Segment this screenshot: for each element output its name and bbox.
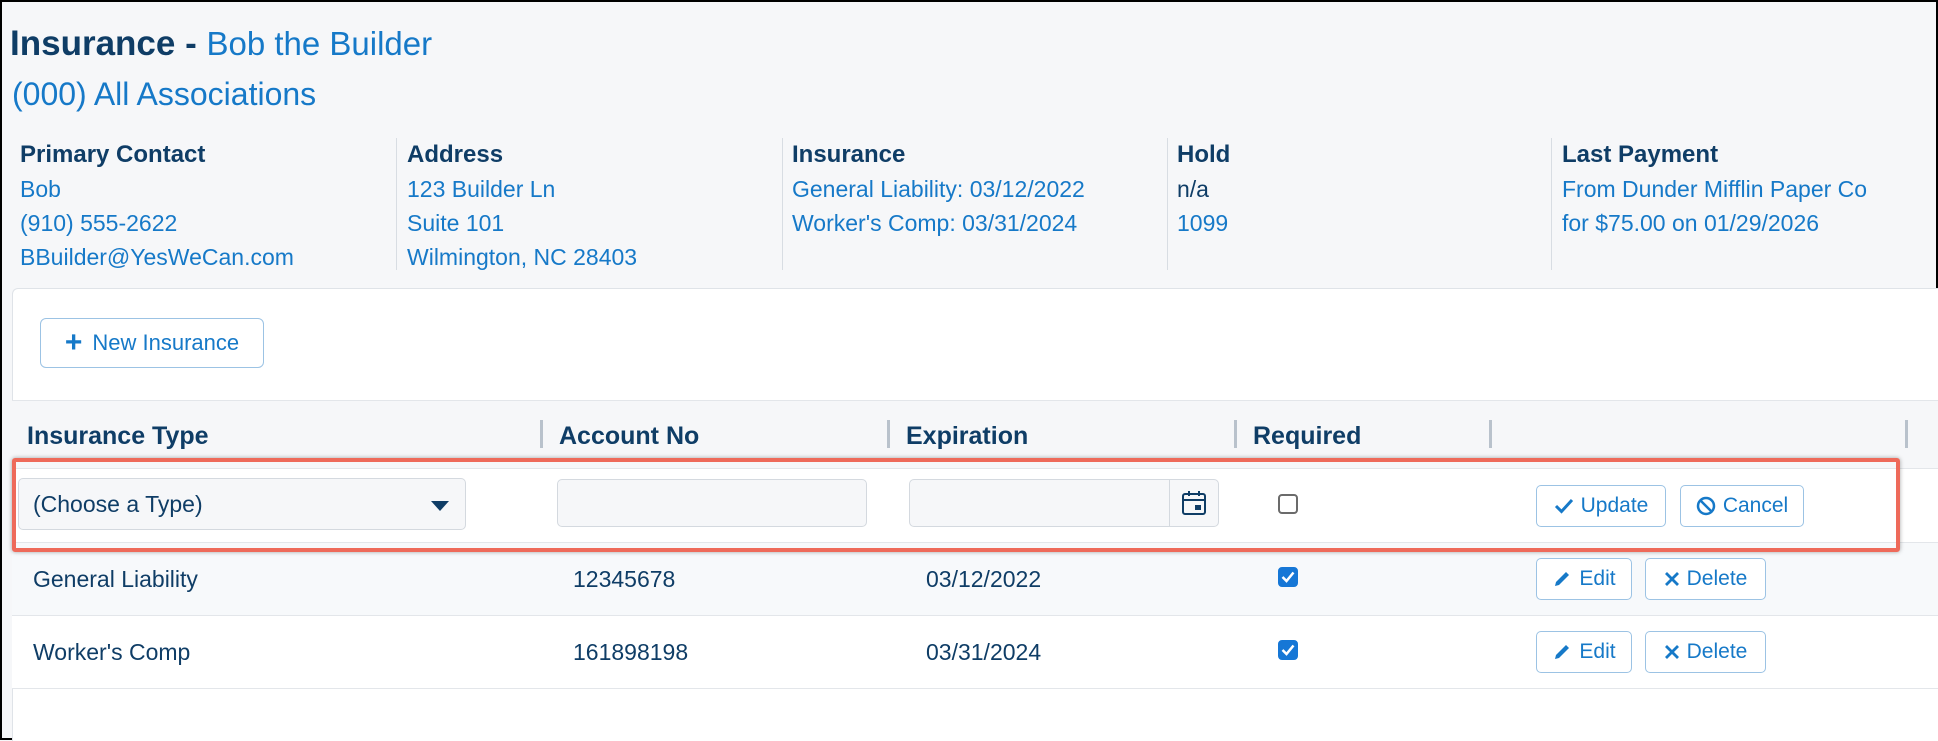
hold-1099-link[interactable]: 1099 [1177, 206, 1230, 240]
delete-button-label: Delete [1686, 640, 1748, 663]
row-insurance-type: Worker's Comp [33, 639, 191, 665]
association-link[interactable]: (000) All Associations [12, 76, 316, 113]
column-resize-handle[interactable] [540, 420, 543, 448]
contact-name-link[interactable]: Bob [20, 172, 294, 206]
last-payment-line1[interactable]: From Dunder Mifflin Paper Co [1562, 172, 1867, 206]
column-resize-handle[interactable] [887, 420, 890, 448]
delete-button-label: Delete [1686, 567, 1748, 590]
column-header-expiration[interactable]: Expiration [906, 422, 1028, 451]
insurance-general-liability[interactable]: General Liability: 03/12/2022 [792, 172, 1085, 206]
divider [782, 138, 783, 270]
new-insurance-button[interactable]: + New Insurance [40, 318, 264, 368]
edit-button[interactable]: Edit [1536, 631, 1632, 673]
table-bottom-border [12, 688, 1938, 689]
delete-button[interactable]: Delete [1645, 631, 1766, 673]
hold-section: Hold n/a 1099 [1177, 138, 1230, 240]
insurance-section: Insurance General Liability: 03/12/2022 … [792, 138, 1085, 240]
address-line2[interactable]: Suite 101 [407, 206, 637, 240]
row-required-checkbox[interactable] [1278, 567, 1298, 587]
column-resize-handle[interactable] [1489, 420, 1492, 448]
last-payment-label: Last Payment [1562, 141, 1719, 168]
insurance-workers-comp[interactable]: Worker's Comp: 03/31/2024 [792, 206, 1085, 240]
contact-phone-link[interactable]: (910) 555-2622 [20, 206, 294, 240]
edit-button-label: Edit [1579, 567, 1616, 590]
primary-contact-label: Primary Contact [20, 141, 206, 168]
edit-button[interactable]: Edit [1536, 558, 1632, 600]
edit-button-label: Edit [1579, 640, 1616, 663]
hold-label: Hold [1177, 141, 1231, 168]
edit-row-highlight [12, 458, 1900, 552]
hold-value: n/a [1177, 176, 1209, 202]
row-expiration: 03/12/2022 [926, 566, 1042, 592]
row-expiration: 03/31/2024 [926, 639, 1042, 665]
check-icon [1281, 644, 1295, 656]
page-title: Insurance - Bob the Builder [10, 24, 432, 64]
last-payment-line2[interactable]: for $75.00 on 01/29/2026 [1562, 206, 1867, 240]
row-account-no: 12345678 [573, 566, 676, 592]
divider [1167, 138, 1168, 270]
pencil-icon [1555, 645, 1570, 659]
column-header-insurance-type[interactable]: Insurance Type [27, 422, 209, 451]
insurance-label: Insurance [792, 141, 906, 168]
row-account-no: 161898198 [573, 639, 689, 665]
vendor-name-link[interactable]: Bob the Builder [206, 25, 432, 62]
pencil-icon [1555, 572, 1570, 586]
new-insurance-label: New Insurance [92, 330, 240, 355]
primary-contact-section: Primary Contact Bob (910) 555-2622 BBuil… [20, 138, 294, 274]
divider [1551, 138, 1552, 270]
row-required-checkbox[interactable] [1278, 640, 1298, 660]
address-section: Address 123 Builder Ln Suite 101 Wilming… [407, 138, 637, 274]
column-resize-handle[interactable] [1905, 420, 1908, 448]
divider [396, 138, 397, 270]
address-line1[interactable]: 123 Builder Ln [407, 172, 637, 206]
row-insurance-type: General Liability [33, 566, 198, 592]
column-resize-handle[interactable] [1234, 420, 1237, 448]
column-header-required[interactable]: Required [1253, 422, 1361, 451]
column-header-account-no[interactable]: Account No [559, 422, 699, 451]
page-title-label: Insurance - [10, 24, 197, 63]
close-icon [1664, 645, 1679, 659]
address-label: Address [407, 141, 504, 168]
contact-email-link[interactable]: BBuilder@YesWeCan.com [20, 240, 294, 274]
close-icon [1664, 572, 1679, 586]
last-payment-section: Last Payment From Dunder Mifflin Paper C… [1562, 138, 1867, 240]
check-icon [1281, 571, 1295, 583]
address-line3[interactable]: Wilmington, NC 28403 [407, 240, 637, 274]
delete-button[interactable]: Delete [1645, 558, 1766, 600]
plus-icon: + [64, 326, 83, 359]
